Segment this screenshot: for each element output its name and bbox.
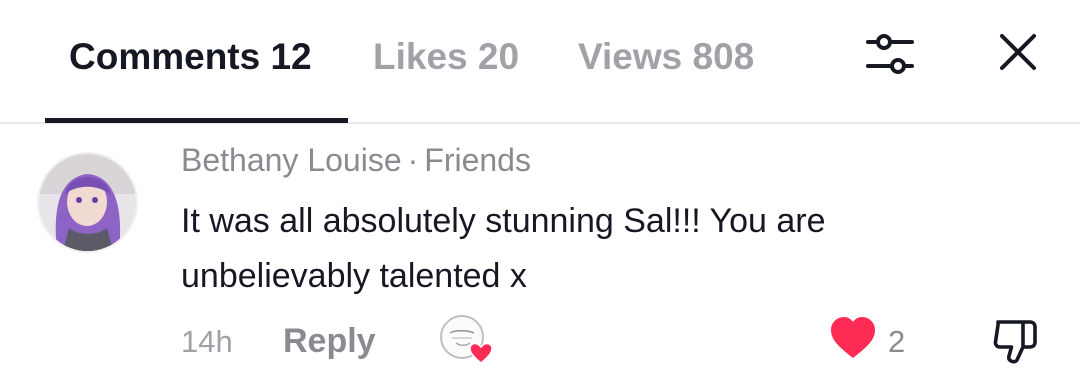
meta-separator: · — [407, 142, 419, 178]
sliders-icon — [866, 34, 914, 74]
close-button[interactable] — [996, 30, 1040, 74]
creator-liked-badge — [438, 313, 496, 367]
comment-text: It was all absolutely stunning Sal!!! Yo… — [181, 202, 826, 295]
relation-label: Friends — [424, 142, 531, 178]
heart-icon — [831, 317, 875, 358]
avatar[interactable] — [37, 152, 138, 253]
like-count: 2 — [888, 324, 906, 359]
tab-likes[interactable]: Likes 20 — [373, 34, 519, 80]
author-name[interactable]: Bethany Louise — [181, 142, 402, 178]
tab-comments[interactable]: Comments 12 — [69, 34, 312, 80]
heart-icon — [469, 342, 493, 364]
like-button[interactable] — [828, 313, 878, 363]
dislike-button[interactable] — [990, 316, 1040, 366]
tab-bar: Comments 12 Likes 20 Views 808 — [0, 0, 1080, 124]
thumbs-down-icon — [993, 320, 1037, 364]
comment-timestamp: 14h — [181, 324, 233, 359]
comment-meta: Bethany Louise · Friends — [181, 140, 531, 180]
reply-button[interactable]: Reply — [283, 319, 376, 363]
comment-actions: 14h Reply 2 — [0, 313, 1080, 369]
filter-button[interactable] — [862, 30, 918, 80]
comment-item: Bethany Louise · Friends It was all absolu… — [0, 126, 1080, 387]
close-icon — [1000, 34, 1036, 70]
tab-views[interactable]: Views 808 — [578, 34, 754, 80]
active-tab-indicator — [45, 118, 348, 123]
